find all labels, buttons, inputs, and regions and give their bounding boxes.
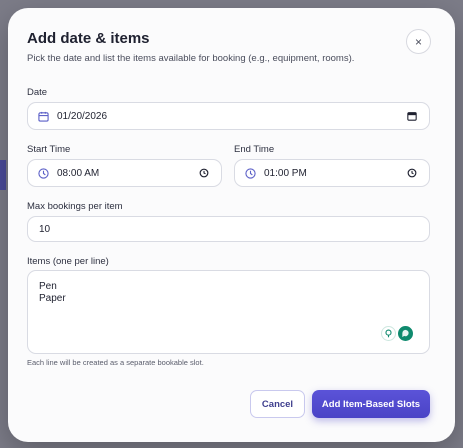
max-bookings-value: 10: [39, 223, 51, 235]
date-input[interactable]: 01/20/2026: [27, 102, 430, 130]
close-icon: ×: [414, 34, 422, 49]
add-date-items-dialog: Add date & items Pick the date and list …: [8, 8, 455, 442]
clock-icon: [242, 167, 258, 179]
add-item-based-slots-button[interactable]: Add Item-Based Slots: [312, 390, 430, 418]
close-button[interactable]: ×: [406, 29, 431, 54]
date-picker-icon[interactable]: [407, 111, 417, 121]
max-bookings-input[interactable]: 10: [27, 216, 430, 242]
backdrop: [0, 160, 6, 190]
dialog-subtitle: Pick the date and list the items availab…: [27, 53, 355, 64]
chat-bubble-icon[interactable]: [398, 326, 413, 341]
end-time-value: 01:00 PM: [264, 167, 307, 179]
end-time-label: End Time: [234, 144, 275, 155]
start-time-input[interactable]: 08:00 AM: [27, 159, 222, 187]
lightbulb-icon[interactable]: [381, 326, 396, 341]
clock-icon: [35, 167, 51, 179]
cancel-button[interactable]: Cancel: [250, 390, 305, 418]
items-helper-text: Each line will be created as a separate …: [27, 358, 204, 367]
start-time-picker-icon[interactable]: [199, 168, 209, 178]
date-label: Date: [27, 87, 48, 98]
calendar-icon: [35, 111, 51, 122]
start-time-label: Start Time: [27, 144, 71, 155]
dialog-title: Add date & items: [27, 30, 150, 47]
items-line: Paper: [39, 293, 66, 304]
end-time-picker-icon[interactable]: [407, 168, 417, 178]
items-label: Items (one per line): [27, 256, 109, 267]
items-line: Pen: [39, 281, 57, 292]
end-time-input[interactable]: 01:00 PM: [234, 159, 430, 187]
date-value: 01/20/2026: [57, 110, 108, 122]
start-time-value: 08:00 AM: [57, 167, 100, 179]
items-textarea[interactable]: Pen Paper: [27, 270, 430, 354]
max-bookings-label: Max bookings per item: [27, 201, 123, 212]
